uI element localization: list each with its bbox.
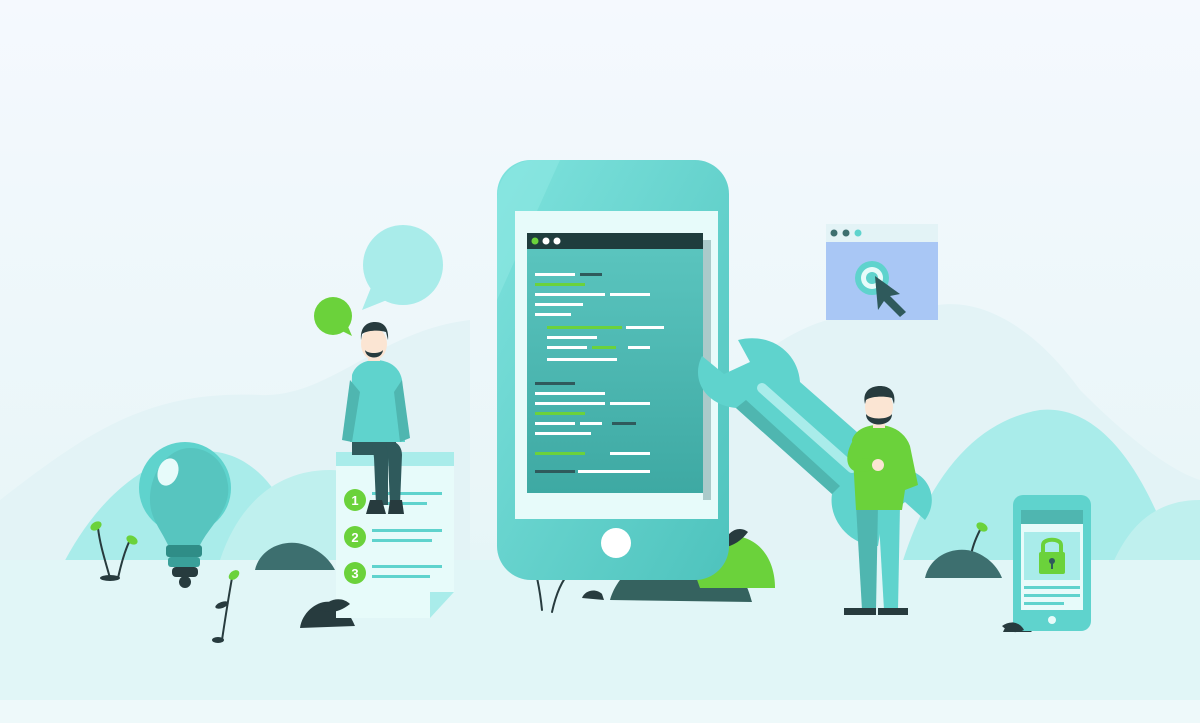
app-development-illustration: 1 2 3 bbox=[0, 0, 1200, 723]
browser-window bbox=[826, 224, 938, 320]
small-phone bbox=[1013, 495, 1091, 631]
svg-text:3: 3 bbox=[351, 566, 358, 581]
svg-text:2: 2 bbox=[351, 530, 358, 545]
svg-text:1: 1 bbox=[351, 493, 358, 508]
code-editor-window bbox=[527, 233, 711, 500]
home-button-icon bbox=[601, 528, 631, 558]
